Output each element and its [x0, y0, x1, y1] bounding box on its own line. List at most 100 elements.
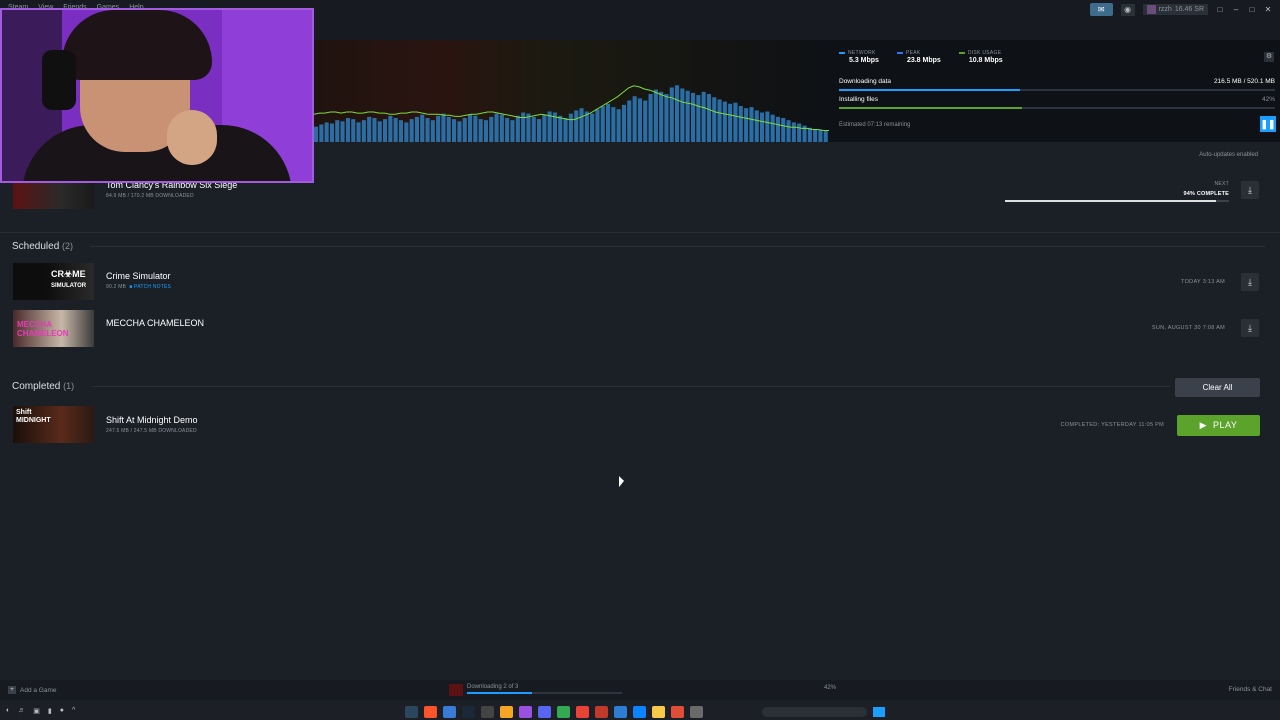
crime-simulator-thumbnail[interactable]: CR☣ME SIMULATOR [13, 263, 94, 300]
status-progress-fill [467, 692, 533, 694]
crime-simulator-title[interactable]: Crime Simulator [106, 271, 171, 281]
downloading-status[interactable]: Downloading 2 of 3 [467, 684, 518, 690]
network-bar [377, 121, 382, 142]
download-icon[interactable]: ⤓ [1241, 319, 1259, 337]
steam-icon[interactable] [405, 706, 418, 718]
play-store-icon[interactable] [557, 706, 570, 718]
user-menu[interactable]: rzzh 16.46 SR [1142, 4, 1208, 15]
network-bar [452, 119, 457, 142]
patch-notes-link[interactable]: ■ PATCH NOTES [129, 284, 171, 290]
monitor-icon[interactable]: □ [1216, 5, 1224, 14]
download-icon[interactable]: ⤓ [1241, 273, 1259, 291]
chevron-up-icon[interactable]: ^ [72, 707, 75, 715]
download-icon[interactable]: ⤓ [1241, 181, 1259, 199]
gear-icon[interactable]: ⚙ [1264, 52, 1274, 62]
steam-icon[interactable] [462, 706, 475, 718]
scheduled-label: Scheduled [12, 241, 60, 252]
meccha-chameleon-thumbnail[interactable]: MECCHA CHAMELEON [13, 310, 94, 347]
maximize-icon[interactable]: □ [1248, 5, 1256, 14]
network-bar [584, 111, 589, 142]
complete-bar [1005, 200, 1229, 202]
network-bar [611, 107, 616, 142]
network-bar [510, 120, 515, 142]
megaphone-icon[interactable]: ✉ [1089, 3, 1113, 16]
network-bar [754, 110, 759, 142]
divider [0, 232, 1280, 233]
store-icon[interactable] [614, 706, 627, 718]
close-icon[interactable]: ✕ [1264, 5, 1272, 14]
app-icon[interactable] [671, 706, 684, 718]
network-bar [749, 107, 754, 142]
divider [92, 386, 1170, 387]
installing-label: Installing files [839, 96, 879, 103]
network-bar [733, 102, 738, 142]
downloading-label: Downloading data [839, 78, 892, 85]
bell-icon[interactable]: ◉ [1120, 3, 1135, 16]
current-game-progress: 84.9 MB / 170.2 MB DOWNLOADED [106, 193, 194, 199]
network-bar [691, 92, 696, 142]
downloading-amount: 216.5 MB / 520.1 MB [1213, 78, 1275, 85]
mic-icon[interactable]: ● [60, 707, 64, 715]
username: rzzh [1158, 6, 1172, 13]
folder-icon[interactable] [652, 706, 665, 718]
network-bar [680, 88, 685, 142]
shift-at-midnight-thumbnail[interactable]: Shift MIDNIGHT [13, 406, 94, 443]
network-bar [388, 115, 393, 142]
network-bar [696, 95, 701, 142]
network-bar [606, 103, 611, 142]
network-bar [425, 118, 430, 142]
friends-chat-button[interactable]: Friends & Chat [1229, 686, 1272, 693]
installing-bar-fill [839, 107, 1023, 109]
network-bar [351, 119, 356, 142]
downloading-progress: Downloading data 216.5 MB / 520.1 MB [839, 78, 1275, 91]
network-bar [770, 114, 775, 142]
network-bar [685, 90, 690, 142]
app-icon[interactable] [690, 706, 703, 718]
windows-start-icon[interactable] [873, 707, 885, 717]
add-game-button[interactable]: + Add a Game [8, 686, 57, 694]
network-bar [717, 99, 722, 142]
terminal-icon[interactable] [481, 706, 494, 718]
completed-time: COMPLETED: YESTERDAY 11:05 PM [1060, 422, 1164, 428]
installing-bar [839, 107, 1275, 109]
app-icon[interactable] [538, 706, 551, 718]
network-bar [775, 116, 780, 142]
app-icon[interactable] [443, 706, 456, 718]
app-icon[interactable] [595, 706, 608, 718]
shift-at-midnight-title[interactable]: Shift At Midnight Demo [106, 415, 198, 425]
network-bar [659, 91, 664, 142]
network-bar [314, 126, 319, 142]
download-stats: NETWORK 5.3 Mbps PEAK 23.8 Mbps DISK USA… [839, 50, 1003, 64]
app-icon[interactable] [519, 706, 532, 718]
taskbar-search[interactable] [762, 707, 867, 717]
play-button[interactable]: ▶ PLAY [1177, 415, 1260, 436]
network-bar [468, 114, 473, 142]
crime-simulator-size: 90.2 MB [106, 284, 127, 290]
pause-button[interactable]: ❚❚ [1260, 116, 1276, 132]
edge-icon[interactable] [633, 706, 646, 718]
network-bar [393, 118, 398, 142]
network-bar [786, 120, 791, 142]
downloading-game-thumbnail[interactable] [449, 684, 463, 696]
network-bar [414, 116, 419, 142]
app-icon[interactable] [500, 706, 513, 718]
network-bar [324, 122, 329, 142]
network-bar [521, 112, 526, 142]
battery-icon[interactable]: ▮ [48, 707, 52, 715]
auto-updates-status: Auto-updates enabled [1199, 152, 1258, 158]
network-bar [807, 127, 812, 142]
brave-icon[interactable] [424, 706, 437, 718]
minimize-icon[interactable]: – [1232, 5, 1240, 14]
network-bar [372, 118, 377, 142]
network-icon[interactable]: ▣ [33, 707, 40, 715]
current-game-thumbnail[interactable] [13, 182, 94, 209]
meccha-chameleon-title[interactable]: MECCHA CHAMELEON [106, 318, 204, 328]
chrome-icon[interactable] [576, 706, 589, 718]
network-bar [473, 115, 478, 142]
clear-all-button[interactable]: Clear All [1175, 378, 1260, 397]
speaker-icon[interactable]: ♬ [18, 707, 25, 715]
network-bar [568, 113, 573, 142]
network-bar [643, 100, 648, 142]
language-icon[interactable]: ◐ [6, 707, 10, 715]
network-bar [728, 103, 733, 142]
